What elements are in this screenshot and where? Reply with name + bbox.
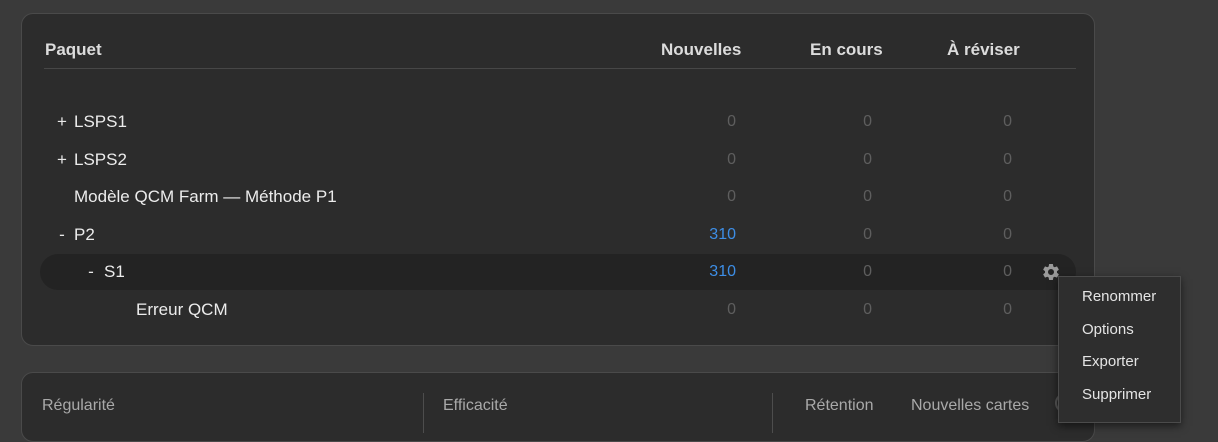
stats-panel: Régularité Efficacité Rétention Nouvelle… bbox=[21, 372, 1095, 442]
divider bbox=[423, 393, 424, 433]
new-count: 310 bbox=[709, 226, 736, 243]
divider bbox=[772, 393, 773, 433]
stat-regularity-label: Régularité bbox=[42, 397, 115, 414]
stat-efficiency-label: Efficacité bbox=[443, 397, 508, 414]
new-count: 310 bbox=[709, 263, 736, 280]
deck-row-modele-qcm-farm: Modèle QCM Farm — Méthode P1 0 0 0 bbox=[40, 179, 1076, 215]
deck-name[interactable]: Modèle QCM Farm — Méthode P1 bbox=[74, 187, 337, 207]
due-count: 0 bbox=[1003, 113, 1012, 130]
menu-item-options[interactable]: Options bbox=[1059, 315, 1180, 345]
due-count: 0 bbox=[1003, 263, 1012, 280]
deck-context-menu: Renommer Options Exporter Supprimer bbox=[1058, 276, 1181, 423]
deck-name[interactable]: S1 bbox=[104, 262, 125, 282]
stat-new-cards-label: Nouvelles cartes bbox=[911, 397, 1030, 414]
learning-count: 0 bbox=[863, 113, 872, 130]
new-count: 0 bbox=[727, 188, 736, 205]
due-count: 0 bbox=[1003, 188, 1012, 205]
expand-toggle[interactable]: + bbox=[55, 150, 69, 170]
deck-name[interactable]: P2 bbox=[74, 225, 95, 245]
column-header-learning[interactable]: En cours bbox=[810, 40, 883, 60]
new-count: 0 bbox=[727, 151, 736, 168]
menu-item-export[interactable]: Exporter bbox=[1059, 347, 1180, 377]
menu-item-delete[interactable]: Supprimer bbox=[1059, 380, 1180, 410]
learning-count: 0 bbox=[863, 151, 872, 168]
deck-list-header: Paquet Nouvelles En cours À réviser bbox=[44, 38, 1076, 69]
deck-row-lsps1: + LSPS1 0 0 0 bbox=[40, 104, 1076, 140]
deck-row-lsps2: + LSPS2 0 0 0 bbox=[40, 142, 1076, 178]
deck-row-erreur-qcm: Erreur QCM 0 0 0 bbox=[40, 292, 1076, 328]
learning-count: 0 bbox=[863, 188, 872, 205]
deck-row-p2: - P2 310 0 0 bbox=[40, 217, 1076, 253]
due-count: 0 bbox=[1003, 151, 1012, 168]
stat-retention-label: Rétention bbox=[805, 397, 874, 414]
collapse-toggle[interactable]: - bbox=[55, 225, 69, 245]
collapse-toggle[interactable]: - bbox=[84, 262, 98, 282]
deck-name[interactable]: Erreur QCM bbox=[136, 300, 228, 320]
learning-count: 0 bbox=[863, 226, 872, 243]
deck-list-panel: Paquet Nouvelles En cours À réviser + LS… bbox=[21, 13, 1095, 346]
new-count: 0 bbox=[727, 301, 736, 318]
learning-count: 0 bbox=[863, 301, 872, 318]
deck-name[interactable]: LSPS1 bbox=[74, 112, 127, 132]
menu-item-rename[interactable]: Renommer bbox=[1059, 282, 1180, 312]
deck-name[interactable]: LSPS2 bbox=[74, 150, 127, 170]
due-count: 0 bbox=[1003, 226, 1012, 243]
expand-toggle[interactable]: + bbox=[55, 112, 69, 132]
column-header-new[interactable]: Nouvelles bbox=[661, 40, 741, 60]
new-count: 0 bbox=[727, 113, 736, 130]
column-header-deck[interactable]: Paquet bbox=[45, 40, 102, 60]
learning-count: 0 bbox=[863, 263, 872, 280]
due-count: 0 bbox=[1003, 301, 1012, 318]
column-header-due[interactable]: À réviser bbox=[947, 40, 1020, 60]
deck-row-s1[interactable]: - S1 310 0 0 bbox=[40, 254, 1076, 290]
